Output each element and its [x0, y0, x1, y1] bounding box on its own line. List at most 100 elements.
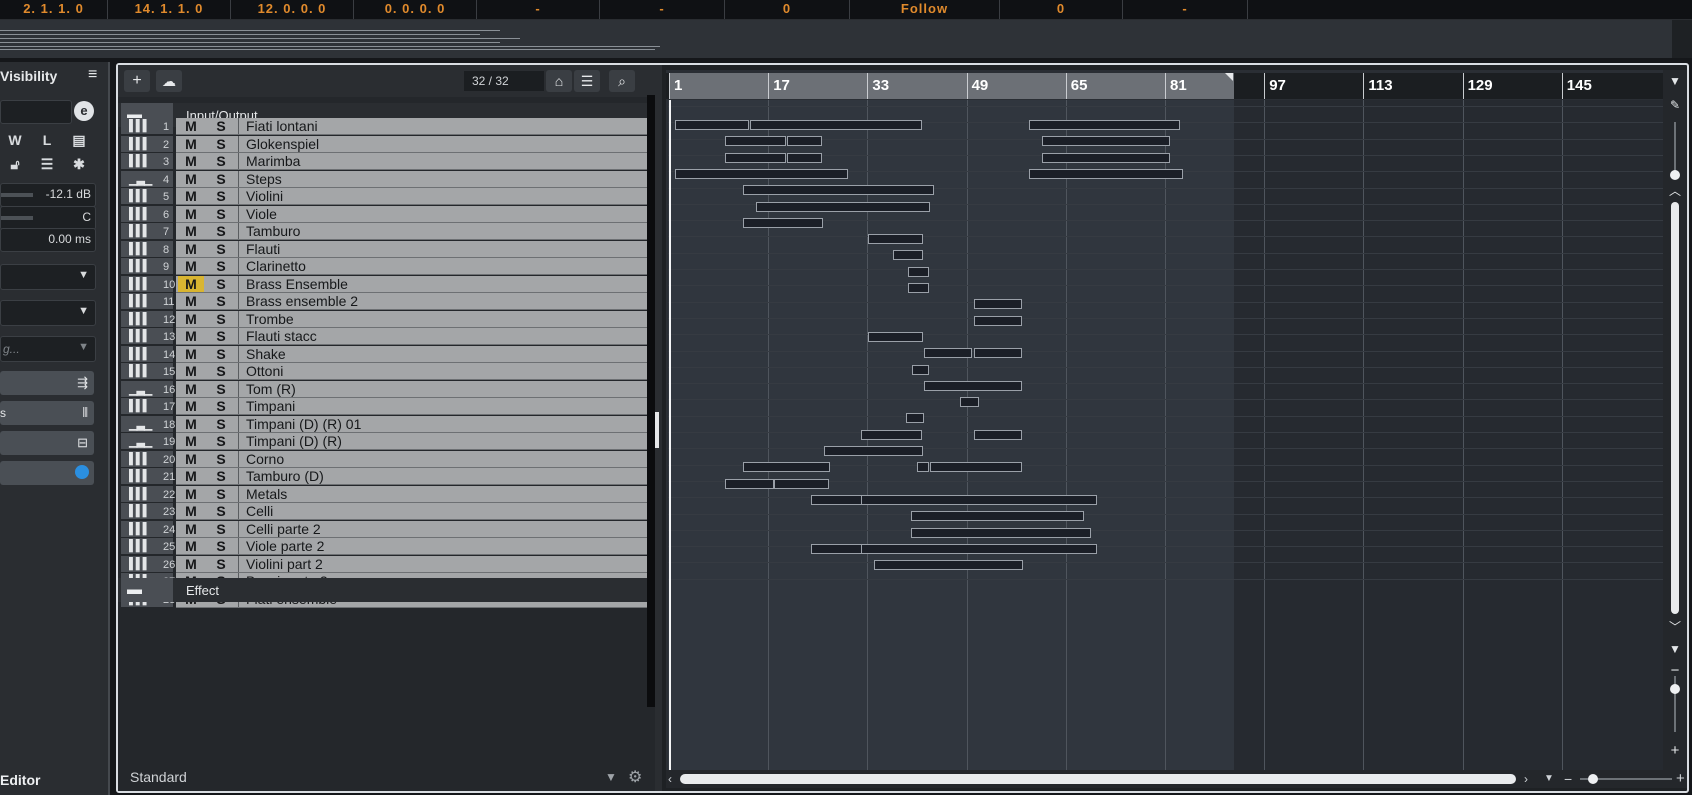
preset-dropdown-icon[interactable]: ▼: [605, 770, 617, 784]
editor-tab-label[interactable]: Editor: [0, 772, 40, 788]
event-part[interactable]: [774, 478, 829, 489]
solo-button[interactable]: S: [208, 363, 234, 379]
track-name[interactable]: Ottoni: [246, 363, 283, 379]
vertical-zoom-slider[interactable]: [1667, 676, 1683, 736]
input-routing-dropdown[interactable]: ▼: [0, 264, 96, 290]
event-part[interactable]: [874, 560, 1023, 571]
track-row[interactable]: ▌▌▌ 11 M S Brass ensemble 2: [118, 293, 659, 311]
event-part[interactable]: [824, 446, 923, 456]
horizontal-zoom-slider[interactable]: [1580, 774, 1672, 784]
event-part[interactable]: [811, 543, 862, 554]
track-name[interactable]: Fiati lontani: [246, 118, 318, 134]
track-name[interactable]: Viole parte 2: [246, 538, 324, 554]
track-row[interactable]: ▌▌▌ 6 M S Viole: [118, 205, 659, 224]
track-row[interactable]: ▌▌▌ 9 M S Clarinetto: [118, 258, 659, 276]
mute-button[interactable]: M: [178, 118, 204, 134]
event-part[interactable]: [868, 331, 923, 342]
track-name[interactable]: Marimba: [246, 153, 300, 169]
channel-section[interactable]: ⊟: [0, 431, 94, 455]
event-part[interactable]: [861, 429, 922, 440]
solo-button[interactable]: S: [208, 136, 234, 152]
event-part[interactable]: [974, 299, 1022, 310]
transport-cell[interactable]: 0. 0. 0. 0: [354, 0, 477, 19]
track-row[interactable]: ▌▌▌ 21 M S Tamburo (D): [118, 468, 659, 486]
track-name[interactable]: Flauti stacc: [246, 328, 317, 344]
track-header[interactable]: M S Glokenspiel: [176, 135, 659, 153]
scroll-right-icon[interactable]: ›: [1524, 772, 1528, 786]
track-header[interactable]: M S Shake: [176, 345, 659, 363]
vertical-scrollbar[interactable]: [1671, 202, 1679, 614]
track-header[interactable]: M S Violini: [176, 188, 659, 205]
track-name[interactable]: Timpani: [246, 398, 295, 414]
track-name-field[interactable]: [0, 100, 72, 124]
zoom-in-icon[interactable]: +: [1667, 742, 1683, 759]
timeline-ruler[interactable]: 1 17 33 49 65 81 97 113 129 145: [666, 73, 1663, 99]
mute-button[interactable]: M: [178, 136, 204, 152]
write-automation-button[interactable]: W: [3, 130, 27, 150]
track-row[interactable]: ▌▌▌ 13 M S Flauti stacc: [118, 328, 659, 346]
track-name[interactable]: Tom (R): [246, 381, 296, 397]
track-row[interactable]: ▌▌▌ 26 M S Violini part 2: [118, 555, 659, 574]
sends-section[interactable]: s ⫴: [0, 401, 94, 425]
arrange-area[interactable]: 1 17 33 49 65 81 97 113 129 145: [666, 70, 1663, 770]
delay-field[interactable]: 0.00 ms: [0, 228, 96, 252]
track-row[interactable]: ▁▃▁ 16 M S Tom (R): [118, 380, 659, 399]
track-name[interactable]: Celli parte 2: [246, 521, 321, 537]
cycle-end-marker[interactable]: [1225, 73, 1233, 81]
event-part[interactable]: [908, 266, 929, 277]
track-row[interactable]: ▌▌▌ 2 M S Glokenspiel: [118, 135, 659, 154]
mute-button[interactable]: M: [178, 521, 204, 537]
track-row[interactable]: ▌▌▌ 23 M S Celli: [118, 503, 659, 521]
read-automation-button[interactable]: L: [35, 130, 59, 150]
mute-button[interactable]: M: [178, 538, 204, 554]
track-row[interactable]: ▌▌▌ 5 M S Violini: [118, 188, 659, 206]
track-header[interactable]: M S Tamburo: [176, 223, 659, 240]
mute-button[interactable]: M: [178, 275, 204, 292]
track-header[interactable]: M S Trombe: [176, 310, 659, 328]
event-part[interactable]: [906, 413, 924, 424]
solo-button[interactable]: S: [208, 451, 234, 467]
track-row[interactable]: ▌▌▌ 25 M S Viole parte 2: [118, 538, 659, 556]
track-row[interactable]: ▌▌▌ 7 M S Tamburo: [118, 223, 659, 241]
track-header[interactable]: M S Timpani: [176, 398, 659, 415]
mute-button[interactable]: M: [178, 153, 204, 169]
mute-button[interactable]: M: [178, 241, 204, 257]
add-track-icon[interactable]: +: [124, 70, 150, 92]
solo-button[interactable]: S: [208, 398, 234, 414]
mute-button[interactable]: M: [178, 293, 204, 309]
event-part[interactable]: [893, 250, 923, 261]
event-part[interactable]: [960, 397, 979, 408]
track-row[interactable]: ▌▌▌ 3 M S Marimba: [118, 153, 659, 171]
event-part[interactable]: [787, 136, 822, 147]
solo-button[interactable]: S: [208, 381, 234, 397]
track-name[interactable]: Corno: [246, 451, 284, 467]
project-cursor[interactable]: [669, 100, 671, 770]
list-arrange-splitter[interactable]: [655, 65, 662, 791]
track-name[interactable]: Timpani (D) (R): [246, 433, 342, 449]
track-row[interactable]: ▌▌▌ 14 M S Shake: [118, 345, 659, 364]
track-header[interactable]: M S Flauti stacc: [176, 328, 659, 345]
track-header[interactable]: M S Corno: [176, 450, 659, 468]
event-part[interactable]: [911, 511, 1084, 522]
track-row[interactable]: ▌▌▌ 20 M S Corno: [118, 450, 659, 469]
track-name[interactable]: Violini: [246, 188, 283, 204]
track-header[interactable]: M S Flauti: [176, 240, 659, 258]
pan-field[interactable]: C: [0, 206, 96, 230]
track-row[interactable]: ▌▌▌ 8 M S Flauti: [118, 240, 659, 259]
track-name[interactable]: Steps: [246, 171, 282, 187]
event-part[interactable]: [974, 315, 1022, 326]
transport-cell[interactable]: -: [1123, 0, 1248, 19]
event-part[interactable]: [1029, 120, 1180, 130]
event-part[interactable]: [787, 152, 822, 163]
event-part[interactable]: [725, 136, 786, 147]
mute-button[interactable]: M: [178, 188, 204, 204]
track-name[interactable]: Brass Ensemble: [246, 276, 348, 292]
track-header[interactable]: M S Brass ensemble 2: [176, 293, 659, 310]
solo-button[interactable]: S: [208, 241, 234, 257]
zoom-menu-icon[interactable]: ▼: [1667, 642, 1683, 656]
transport-cell[interactable]: -: [600, 0, 725, 19]
solo-button[interactable]: S: [208, 293, 234, 309]
track-row[interactable]: ▌▌▌ 22 M S Metals: [118, 485, 659, 504]
mute-button[interactable]: M: [178, 556, 204, 572]
solo-button[interactable]: S: [208, 538, 234, 554]
